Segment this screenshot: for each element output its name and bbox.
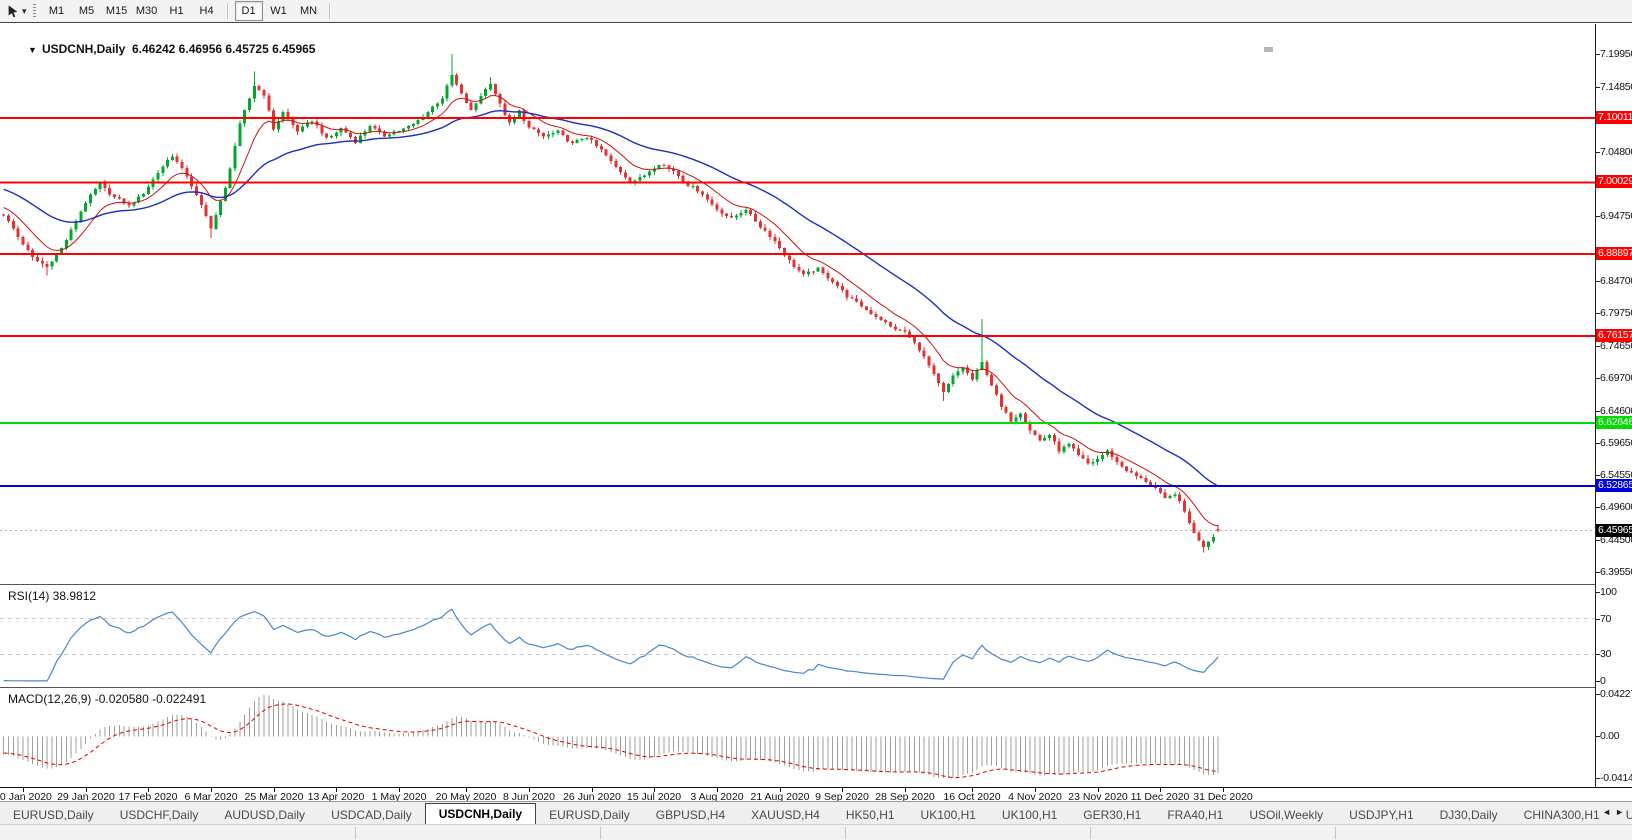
price-tick-label: 7.19950	[1600, 49, 1632, 60]
chart-tab-xauusd-h4[interactable]: XAUUSD,H4	[738, 806, 833, 825]
rsi-tick-label: 0	[1600, 676, 1606, 687]
price-tick-label: 6.59650	[1600, 438, 1632, 449]
chart-tab-dj30-daily[interactable]: DJ30,Daily	[1427, 806, 1511, 825]
symbol-period-label: USDCNH,Daily	[42, 42, 125, 56]
chevron-down-icon[interactable]: ▾	[22, 6, 27, 17]
price-axis[interactable]: 7.19950 7.14850 7.04800 6.94750 6.84700 6.797…	[1595, 24, 1632, 787]
rsi-label: RSI(14) 38.9812	[8, 589, 96, 603]
rsi-indicator-canvas[interactable]	[0, 587, 1595, 686]
level-price-label: 6.62646	[1596, 416, 1632, 429]
chart-tab-fra40-h1[interactable]: FRA40,H1	[1154, 806, 1236, 825]
price-chart-canvas[interactable]	[0, 24, 1595, 584]
timeframe-button-w1[interactable]: W1	[265, 1, 293, 21]
level-price-label: 7.00029	[1596, 175, 1632, 188]
timeframe-button-mn[interactable]: MN	[295, 1, 323, 21]
price-tick-label: 6.44500	[1600, 535, 1632, 546]
level-price-label: 6.88897	[1596, 247, 1632, 260]
price-tick-label: 6.49600	[1600, 502, 1632, 513]
chart-tab-bar: EURUSD,DailyUSDCHF,DailyAUDUSD,DailyUSDC…	[0, 801, 1632, 825]
chart-tab-usdchf-daily[interactable]: USDCHF,Daily	[107, 806, 212, 825]
macd-tick-label: 0.042275	[1600, 689, 1632, 700]
chart-tab-eurusd-daily[interactable]: EURUSD,Daily	[536, 806, 643, 825]
toolbar-separator	[329, 3, 331, 19]
timeframe-button-m5[interactable]: M5	[73, 1, 101, 21]
chart-tab-usdcad-daily[interactable]: USDCAD,Daily	[318, 806, 425, 825]
status-strip	[0, 824, 1632, 840]
current-price-label: 6.45965	[1596, 524, 1632, 537]
status-divider	[1335, 827, 1336, 839]
toolbar-separator	[227, 3, 229, 19]
chart-shift-marker[interactable]	[1264, 47, 1273, 52]
chart-tab-ger30-h1[interactable]: GER30,H1	[1070, 806, 1154, 825]
cursor-icon[interactable]	[4, 2, 22, 20]
macd-indicator-canvas[interactable]	[0, 690, 1595, 786]
status-divider	[1090, 827, 1091, 839]
chart-tab-gbpusd-h4[interactable]: GBPUSD,H4	[643, 806, 738, 825]
timeframe-button-d1[interactable]: D1	[235, 1, 263, 21]
rsi-tick-label: 100	[1600, 587, 1617, 598]
tab-nav-arrows: ◄►	[1602, 807, 1628, 817]
chart-tab-usdjpy-h1[interactable]: USDJPY,H1	[1336, 806, 1426, 825]
chart-tab-usoil-weekly[interactable]: USOil,Weekly	[1236, 806, 1336, 825]
timeframe-button-h1[interactable]: H1	[163, 1, 191, 21]
status-divider	[845, 827, 846, 839]
timeframe-toolbar: ▾ M1M5M15M30H1H4 D1W1MN	[0, 0, 1632, 23]
price-tick-label: 6.79750	[1600, 308, 1632, 319]
toolbar-grip[interactable]	[33, 4, 36, 18]
price-tick-label: 7.14850	[1600, 82, 1632, 93]
chart-title: ▼ USDCNH,Daily 6.46242 6.46956 6.45725 6.…	[8, 28, 315, 70]
status-divider	[600, 827, 601, 839]
macd-label: MACD(12,26,9) -0.020580 -0.022491	[8, 692, 206, 706]
level-price-label: 7.10011	[1596, 111, 1632, 124]
status-divider	[355, 827, 356, 839]
timeframe-button-m1[interactable]: M1	[43, 1, 71, 21]
macd-tick-label: -0.04148	[1600, 773, 1632, 784]
price-tick-label: 6.69700	[1600, 373, 1632, 384]
chart-tab-uk100-h1[interactable]: UK100,H1	[908, 806, 989, 825]
chart-tab-china300-h1[interactable]: CHINA300,H1	[1511, 806, 1613, 825]
chart-tab-eurusd-daily[interactable]: EURUSD,Daily	[0, 806, 107, 825]
chart-window: ▼ USDCNH,Daily 6.46242 6.46956 6.45725 6.…	[0, 22, 1632, 802]
ohlc-values: 6.46242 6.46956 6.45725 6.45965	[132, 42, 316, 56]
timeframe-button-m30[interactable]: M30	[133, 1, 161, 21]
chart-tab-audusd-daily[interactable]: AUDUSD,Daily	[211, 806, 318, 825]
timeframe-button-m15[interactable]: M15	[103, 1, 131, 21]
collapse-arrow-icon[interactable]: ▼	[28, 45, 37, 55]
price-tick-label: 6.84700	[1600, 276, 1632, 287]
price-tick-label: 7.04800	[1600, 147, 1632, 158]
price-tick-label: 6.39550	[1600, 567, 1632, 578]
price-tick-label: 6.74650	[1600, 341, 1632, 352]
tabs-scroll-left-icon[interactable]: ◄	[1602, 807, 1615, 817]
mt4-terminal-window: ▾ M1M5M15M30H1H4 D1W1MN ▼ USDCNH,Daily 6.4…	[0, 0, 1632, 840]
macd-tick-label: 0.00	[1600, 731, 1619, 742]
rsi-tick-label: 70	[1600, 614, 1611, 625]
level-price-label: 6.76157	[1596, 329, 1632, 342]
timeframe-button-h4[interactable]: H4	[193, 1, 221, 21]
chart-tab-hk50-h1[interactable]: HK50,H1	[833, 806, 908, 825]
level-price-label: 6.52865	[1596, 479, 1632, 492]
rsi-tick-label: 30	[1600, 649, 1611, 660]
price-tick-label: 6.64600	[1600, 406, 1632, 417]
chart-tab-usdcnh-daily[interactable]: USDCNH,Daily	[425, 803, 536, 825]
tabs-scroll-right-icon[interactable]: ►	[1615, 807, 1628, 817]
chart-tab-uk100-h1[interactable]: UK100,H1	[989, 806, 1070, 825]
price-tick-label: 6.94750	[1600, 211, 1632, 222]
